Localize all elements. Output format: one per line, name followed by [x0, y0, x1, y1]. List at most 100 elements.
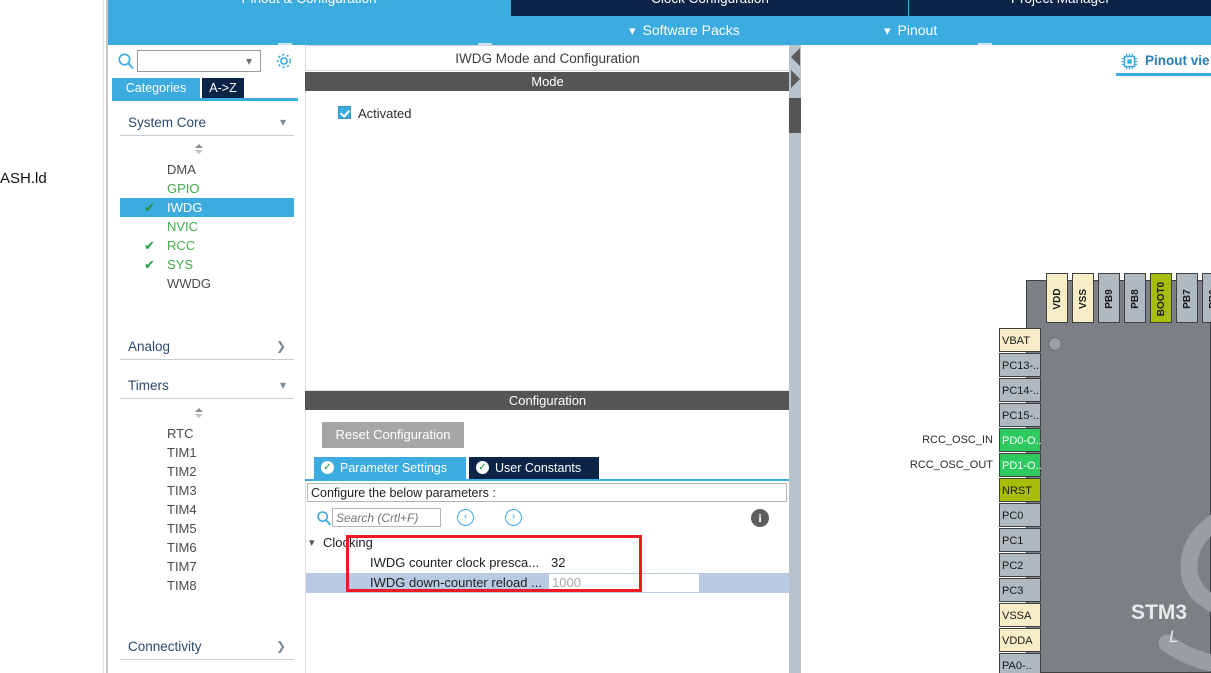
sidebar-item-tim2[interactable]: TIM2	[120, 462, 294, 481]
chevron-down-icon[interactable]: ▾	[246, 54, 252, 68]
editor-strip: ASH.ld	[0, 0, 108, 673]
tab-pinout-configuration[interactable]: Pinout & Configuration	[108, 0, 510, 16]
chevron-right-icon: ❯	[275, 639, 286, 653]
chip-pin-pb6[interactable]: PB6	[1202, 273, 1211, 323]
sidebar-tab-a-to-z[interactable]: A->Z	[202, 78, 244, 98]
configuration-tab-underline	[305, 479, 790, 481]
sidebar-item-tim3[interactable]: TIM3	[120, 481, 294, 500]
chip-pin-label: PC15-..	[1002, 410, 1040, 422]
configure-parameters-hint: Configure the below parameters :	[307, 483, 787, 502]
chip-pin-pc0[interactable]: PC0	[999, 503, 1041, 527]
sidebar-item-tim5[interactable]: TIM5	[120, 519, 294, 538]
chip-pin-vdd[interactable]: VDD	[1046, 273, 1068, 323]
sidebar-item-tim1[interactable]: TIM1	[120, 443, 294, 462]
configuration-panel: IWDG Mode and Configuration Mode Activat…	[305, 45, 790, 673]
check-badge-icon: ✓	[321, 461, 334, 474]
gear-icon[interactable]	[274, 51, 294, 71]
collapse-right-icon[interactable]	[791, 70, 800, 88]
chip-pin-pd1-o-[interactable]: PD1-O..	[999, 453, 1042, 477]
panel-splitter[interactable]	[789, 45, 801, 673]
chip-pin-vdda[interactable]: VDDA	[999, 628, 1041, 652]
sidebar-item-label: TIM8	[167, 578, 197, 593]
chip-pin-signal-label: RCC_OSC_OUT	[909, 459, 993, 471]
scroll-nub[interactable]	[191, 407, 207, 419]
chip-pin-pa0-[interactable]: PA0-..	[999, 653, 1041, 673]
chevron-down-icon: ▾	[279, 378, 286, 392]
sidebar-item-sys[interactable]: ✔ SYS	[120, 255, 294, 274]
sidebar-item-label: RTC	[167, 426, 194, 441]
parameter-search-input[interactable]	[332, 508, 441, 527]
sidebar-item-label: NVIC	[167, 219, 199, 234]
chip-pin-pb8[interactable]: PB8	[1124, 273, 1146, 323]
search-icon	[117, 52, 135, 70]
chip-pin-pd0-o-[interactable]: PD0-O..	[999, 428, 1042, 452]
scroll-nub[interactable]	[191, 143, 207, 155]
chip-pin-label: PB7	[1182, 289, 1193, 309]
sidebar-item-gpio[interactable]: GPIO	[120, 179, 294, 198]
sidebar-group-timers[interactable]: Timers ▾	[120, 372, 294, 399]
sidebar-item-rcc[interactable]: ✔ RCC	[120, 236, 294, 255]
menu-software-packs-label: Software Packs	[642, 22, 740, 38]
sidebar-search-row: ▾	[112, 48, 304, 76]
search-icon	[316, 510, 332, 526]
menu-row: ▾ Software Packs ▾ Pinout	[108, 16, 1211, 45]
menu-software-packs[interactable]: ▾ Software Packs	[629, 16, 740, 45]
component-search-input[interactable]	[142, 54, 247, 70]
chip-pin-pc13-[interactable]: PC13-..	[999, 353, 1041, 377]
sidebar-item-tim7[interactable]: TIM7	[120, 557, 294, 576]
sidebar-tab-categories[interactable]: Categories	[112, 78, 200, 98]
tab-clock-configuration[interactable]: Clock Configuration	[510, 0, 909, 16]
chevron-down-icon[interactable]: ▾	[309, 533, 315, 553]
chip-pin-label: BOOT0	[1156, 281, 1167, 317]
chip-pin-pb7[interactable]: PB7	[1176, 273, 1198, 323]
sidebar-item-rtc[interactable]: RTC	[120, 424, 294, 443]
collapse-left-icon[interactable]	[791, 48, 800, 66]
sidebar-item-wwdg[interactable]: WWDG	[120, 274, 294, 293]
reset-configuration-button[interactable]: Reset Configuration	[322, 422, 464, 448]
chip-pin-vbat[interactable]: VBAT	[999, 328, 1041, 352]
configuration-section-header: Configuration	[305, 391, 790, 410]
sidebar-item-label: TIM1	[167, 445, 197, 460]
sidebar-item-dma[interactable]: DMA	[120, 160, 294, 179]
editor-divider	[106, 0, 108, 673]
chip-pin-nrst[interactable]: NRST	[999, 478, 1041, 502]
sidebar-group-analog[interactable]: Analog ❯	[120, 333, 294, 360]
info-icon[interactable]: i	[751, 509, 769, 527]
sidebar-tabs: Categories A->Z	[112, 78, 304, 98]
sidebar-item-label: TIM2	[167, 464, 197, 479]
chip-pin-pb9[interactable]: PB9	[1098, 273, 1120, 323]
next-match-button[interactable]: ›	[505, 509, 522, 526]
check-icon: ✔	[144, 238, 155, 253]
sidebar-item-tim4[interactable]: TIM4	[120, 500, 294, 519]
tab-user-constants[interactable]: ✓ User Constants	[469, 457, 599, 479]
chip-pin-pc15-[interactable]: PC15-..	[999, 403, 1041, 427]
chip-pin-pc14-[interactable]: PC14-..	[999, 378, 1041, 402]
chip-pin-label: PA0-..	[1002, 660, 1032, 672]
chip-pin-vssa[interactable]: VSSA	[999, 603, 1041, 627]
chip-pin-pc3[interactable]: PC3	[999, 578, 1041, 602]
menu-pinout[interactable]: ▾ Pinout	[884, 16, 937, 45]
sidebar-item-label: TIM6	[167, 540, 197, 555]
sidebar-group-system-core[interactable]: System Core ▾	[120, 109, 294, 136]
chip-pin-pc1[interactable]: PC1	[999, 528, 1041, 552]
chip-pin-boot0[interactable]: BOOT0	[1150, 273, 1172, 323]
sidebar-item-nvic[interactable]: NVIC	[120, 217, 294, 236]
sidebar-item-label: GPIO	[167, 181, 200, 196]
sidebar-item-iwdg[interactable]: ✔ IWDG	[120, 198, 294, 217]
sidebar-group-connectivity[interactable]: Connectivity ❯	[120, 633, 294, 660]
menu-pinout-label: Pinout	[897, 22, 938, 38]
panel-splitter-handle[interactable]	[789, 98, 801, 133]
component-search-box[interactable]: ▾	[137, 50, 261, 72]
sidebar-tab-underline	[112, 98, 298, 101]
sidebar-item-tim6[interactable]: TIM6	[120, 538, 294, 557]
activated-label: Activated	[358, 106, 412, 121]
sidebar-item-tim8[interactable]: TIM8	[120, 576, 294, 595]
chip-pin-vss[interactable]: VSS	[1072, 273, 1094, 323]
activated-checkbox[interactable]	[338, 106, 351, 119]
tab-parameter-settings[interactable]: ✓ Parameter Settings	[314, 457, 466, 479]
previous-match-button[interactable]: ‹	[457, 509, 474, 526]
chip-pin-pc2[interactable]: PC2	[999, 553, 1041, 577]
tab-project-manager[interactable]: Project Manager	[908, 0, 1211, 16]
parameter-search-row: ‹ › i	[305, 505, 790, 531]
chip-pin-label: PB8	[1130, 289, 1141, 309]
